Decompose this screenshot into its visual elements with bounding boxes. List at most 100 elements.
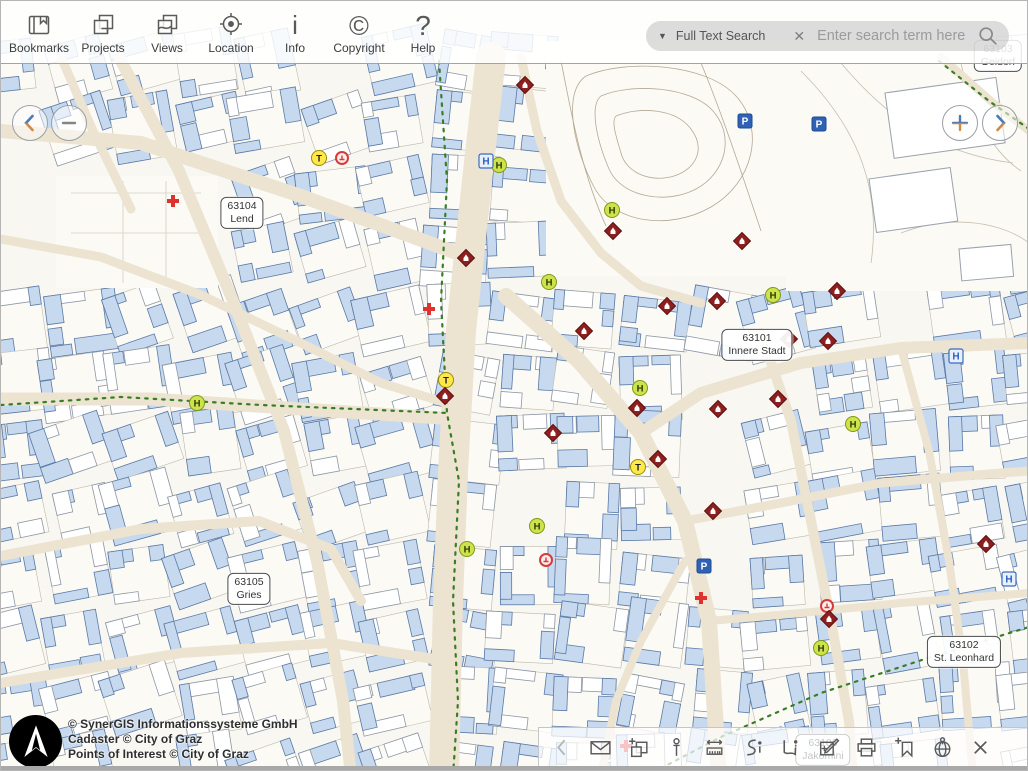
global-locator-icon: [930, 735, 955, 760]
svg-text:H: H: [850, 419, 857, 430]
svg-text:H: H: [637, 383, 644, 394]
search-mode-label[interactable]: Full Text Search: [676, 29, 765, 43]
svg-text:H: H: [496, 160, 503, 171]
svg-text:H: H: [818, 643, 825, 654]
tram-stop-marker[interactable]: T: [439, 373, 454, 388]
copy-selection-button[interactable]: [619, 730, 657, 766]
hotel-marker[interactable]: H: [479, 154, 493, 168]
svg-text:T: T: [443, 375, 449, 386]
copyright-icon: ©: [344, 10, 374, 40]
views-icon: [152, 10, 182, 40]
copyright-label: Copyright: [333, 41, 384, 55]
svg-text:?: ?: [415, 10, 431, 40]
search-mode-dropdown-icon[interactable]: ▼: [658, 31, 667, 41]
email-icon: [588, 735, 613, 760]
pan-left-button[interactable]: [12, 105, 48, 141]
pan-back-button[interactable]: [543, 730, 581, 766]
views-button[interactable]: Views: [135, 2, 199, 62]
attribution-line: Points of Interest © City of Graz: [68, 747, 298, 762]
info-button[interactable]: i Info: [263, 2, 327, 62]
bus-stop-marker[interactable]: H: [460, 542, 475, 557]
add-bookmark-button[interactable]: [885, 730, 923, 766]
identify-area-button[interactable]: [771, 730, 809, 766]
synergis-logo-icon: [16, 722, 56, 762]
bus-stop-marker[interactable]: H: [846, 417, 861, 432]
svg-text:i: i: [292, 10, 298, 40]
pan-back-icon: [550, 735, 575, 760]
parking-marker[interactable]: P: [738, 114, 752, 128]
location-button[interactable]: Location: [199, 2, 263, 62]
redline-edit-button[interactable]: [809, 730, 847, 766]
close-icon: [968, 735, 993, 760]
pan-left-icon: [19, 112, 41, 134]
search-clear-icon[interactable]: ✕: [793, 28, 805, 45]
print-icon: [854, 735, 879, 760]
bookmarks-icon: [24, 10, 54, 40]
district-label-lend: 63104Lend: [220, 197, 263, 229]
global-locator-button[interactable]: [923, 730, 961, 766]
svg-text:H: H: [770, 290, 777, 301]
projects-button[interactable]: Projects: [71, 2, 135, 62]
window-bottom-edge: [1, 766, 1027, 770]
district-label-gries: 63105Gries: [227, 573, 270, 605]
info-label: Info: [285, 41, 305, 55]
help-button[interactable]: ? Help: [391, 2, 455, 62]
rail-stop-marker[interactable]: [821, 600, 833, 612]
hotel-marker[interactable]: H: [1002, 572, 1016, 586]
webgis-app-window: TTTHHHHHHHHHHHHHPPP 63104Lend63101Innere…: [0, 0, 1028, 771]
bus-stop-marker[interactable]: H: [492, 158, 507, 173]
measure-button[interactable]: [695, 730, 733, 766]
measure-icon: [702, 735, 727, 760]
svg-text:T: T: [635, 462, 641, 473]
svg-text:T: T: [316, 153, 322, 164]
pan-right-button[interactable]: [982, 105, 1018, 141]
bus-stop-marker[interactable]: H: [605, 203, 620, 218]
district-label-st-leonhard: 63102St. Leonhard: [927, 636, 1001, 668]
tram-stop-marker[interactable]: T: [631, 460, 646, 475]
magnifier-icon[interactable]: [977, 25, 999, 47]
svg-text:H: H: [482, 156, 489, 167]
help-label: Help: [411, 41, 436, 55]
district-label-innere-stadt: 63101Innere Stadt: [721, 329, 792, 361]
svg-text:H: H: [546, 277, 553, 288]
projects-icon: [88, 10, 118, 40]
svg-text:H: H: [952, 351, 959, 362]
bus-stop-marker[interactable]: H: [190, 396, 205, 411]
attribution-line: © SynerGIS Informationssysteme GmbH: [68, 717, 298, 732]
bus-stop-marker[interactable]: H: [633, 381, 648, 396]
svg-text:H: H: [609, 205, 616, 216]
hotel-marker[interactable]: H: [949, 349, 963, 363]
copyright-button[interactable]: © Copyright: [327, 2, 391, 62]
bus-stop-marker[interactable]: H: [766, 288, 781, 303]
search-bar: ▼ Full Text Search ✕: [646, 21, 1009, 51]
svg-text:H: H: [534, 521, 541, 532]
pin-icon: [664, 735, 689, 760]
email-button[interactable]: [581, 730, 619, 766]
svg-text:P: P: [701, 561, 708, 572]
map-attribution: © SynerGIS Informationssysteme GmbH Cada…: [68, 717, 298, 763]
zoom-in-button[interactable]: [942, 105, 978, 141]
parking-marker[interactable]: P: [697, 559, 711, 573]
identify-line-button[interactable]: [733, 730, 771, 766]
tram-stop-marker[interactable]: T: [312, 151, 327, 166]
rail-stop-marker[interactable]: [336, 152, 348, 164]
bookmarks-button[interactable]: Bookmarks: [7, 2, 71, 62]
map-canvas[interactable]: TTTHHHHHHHHHHHHHPPP: [1, 1, 1028, 771]
print-button[interactable]: [847, 730, 885, 766]
add-bookmark-icon: [892, 735, 917, 760]
bus-stop-marker[interactable]: H: [542, 275, 557, 290]
parking-marker[interactable]: P: [812, 117, 826, 131]
bus-stop-marker[interactable]: H: [530, 519, 545, 534]
svg-text:H: H: [1005, 574, 1012, 585]
map-tools-toolbar: [538, 727, 1027, 768]
info-icon: i: [280, 10, 310, 40]
bus-stop-marker[interactable]: H: [814, 641, 829, 656]
rail-stop-marker[interactable]: [540, 554, 552, 566]
svg-text:H: H: [464, 544, 471, 555]
zoom-out-button[interactable]: [51, 105, 87, 141]
zoom-out-icon: [58, 112, 80, 134]
search-input[interactable]: [815, 27, 977, 45]
zoom-in-icon: [949, 112, 971, 134]
pin-button[interactable]: [657, 730, 695, 766]
close-toolbar-button[interactable]: [961, 730, 999, 766]
